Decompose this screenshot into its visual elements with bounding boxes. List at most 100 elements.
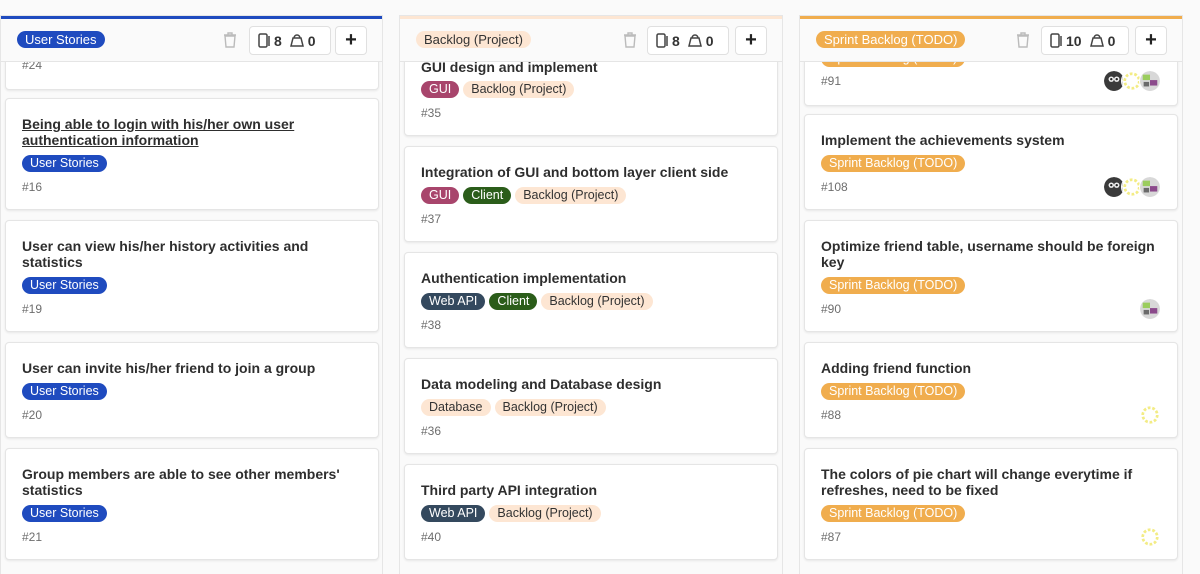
issue-labels: GUI Backlog (Project) — [421, 81, 575, 98]
issue-labels: User Stories — [22, 383, 107, 400]
issue-card[interactable]: User can invite his/her friend to join a… — [5, 342, 379, 438]
issue-card[interactable]: Being able to login with his/her own use… — [5, 98, 379, 210]
issue-title[interactable]: Implement the achievements system — [821, 132, 1065, 148]
weight-count: 0 — [307, 32, 316, 49]
label-sprint-backlog[interactable]: Sprint Backlog (TODO) — [821, 383, 966, 400]
list-counts: 10 0 — [1041, 26, 1129, 55]
trash-icon[interactable] — [1016, 32, 1030, 48]
issue-card[interactable]: Data modeling and Database design Databa… — [404, 358, 778, 454]
label-sprint-backlog[interactable]: Sprint Backlog (TODO) — [821, 277, 966, 294]
label-backlog[interactable]: Backlog (Project) — [494, 399, 606, 416]
issues-icon — [656, 33, 668, 48]
assignees — [1139, 298, 1161, 320]
issues-count: 8 — [274, 32, 282, 49]
issue-number: #108 — [821, 180, 848, 194]
issue-number: #88 — [821, 408, 842, 422]
add-issue-button[interactable]: + — [1135, 26, 1167, 55]
label-user-stories[interactable]: User Stories — [22, 277, 107, 294]
label-user-stories[interactable]: User Stories — [22, 383, 107, 400]
issue-title[interactable]: Being able to login with his/her own use… — [22, 116, 342, 148]
issue-title[interactable]: User can invite his/her friend to join a… — [22, 360, 352, 376]
trash-icon[interactable] — [223, 32, 237, 48]
label-client[interactable]: Client — [463, 187, 512, 204]
issue-card[interactable]: User can view his/her history activities… — [5, 220, 379, 332]
issue-labels: Web API Client Backlog (Project) — [421, 293, 653, 310]
avatar[interactable] — [1139, 70, 1161, 92]
issue-card[interactable]: Implement the achievements system Sprint… — [804, 114, 1178, 210]
issue-title[interactable]: Third party API integration — [421, 482, 597, 498]
issue-title[interactable]: Adding friend function — [821, 360, 971, 376]
issue-card[interactable]: Group members are able to see other memb… — [5, 448, 379, 560]
label-backlog[interactable]: Backlog (Project) — [541, 293, 653, 310]
add-issue-button[interactable]: + — [335, 26, 367, 55]
list-counts: 8 0 — [249, 26, 331, 55]
label-user-stories[interactable]: User Stories — [22, 505, 107, 522]
issue-card[interactable]: Third party API integration Web API Back… — [404, 464, 778, 560]
label-web-api[interactable]: Web API — [421, 505, 486, 522]
issues-count: 10 — [1066, 32, 1082, 49]
list-header: Sprint Backlog (TODO) 10 0 + — [800, 16, 1182, 62]
list-header: Backlog (Project) 8 0 + — [400, 16, 782, 62]
issue-number: #87 — [821, 530, 842, 544]
avatar[interactable] — [1139, 298, 1161, 320]
issue-labels: Web API Backlog (Project) — [421, 505, 601, 522]
weight-count: 0 — [1107, 32, 1116, 49]
assignees — [1103, 70, 1161, 92]
label-database[interactable]: Database — [421, 399, 491, 416]
issue-title[interactable]: User can view his/her history activities… — [22, 238, 342, 270]
issue-labels: User Stories — [22, 505, 107, 522]
issue-title[interactable]: Integration of GUI and bottom layer clie… — [421, 164, 728, 180]
weight-count: 0 — [705, 32, 714, 49]
issue-number: #16 — [22, 180, 43, 194]
issue-card[interactable]: Optimize friend table, username should b… — [804, 220, 1178, 332]
issue-board: User Stories 8 0 + #24 Being able to log… — [0, 0, 1200, 574]
label-sprint-backlog[interactable]: Sprint Backlog (TODO) — [821, 505, 966, 522]
avatar[interactable] — [1139, 404, 1161, 426]
issue-labels: User Stories — [22, 155, 107, 172]
weight-icon — [289, 34, 304, 47]
label-user-stories[interactable]: User Stories — [22, 155, 107, 172]
label-web-api[interactable]: Web API — [421, 293, 486, 310]
issue-title[interactable]: Group members are able to see other memb… — [22, 466, 352, 498]
label-sprint-backlog[interactable]: Sprint Backlog (TODO) — [821, 155, 966, 172]
issues-icon — [1050, 33, 1062, 48]
board-list-backlog: Backlog (Project) 8 0 + GUI design and i… — [399, 15, 783, 574]
issue-title[interactable]: Data modeling and Database design — [421, 376, 661, 392]
weight-icon — [1089, 34, 1104, 47]
label-backlog[interactable]: Backlog (Project) — [489, 505, 601, 522]
issue-title[interactable]: The colors of pie chart will change ever… — [821, 466, 1166, 498]
list-label[interactable]: Backlog (Project) — [416, 31, 531, 48]
list-counts: 8 0 — [647, 26, 729, 55]
issue-number: #20 — [22, 408, 43, 422]
list-label[interactable]: Sprint Backlog (TODO) — [816, 31, 966, 48]
issue-number: #21 — [22, 530, 43, 544]
assignees — [1139, 526, 1161, 548]
avatar[interactable] — [1139, 176, 1161, 198]
add-issue-button[interactable]: + — [735, 26, 767, 55]
board-list-user-stories: User Stories 8 0 + #24 Being able to log… — [0, 15, 383, 574]
avatar[interactable] — [1139, 526, 1161, 548]
issue-number: #35 — [421, 106, 442, 120]
label-backlog[interactable]: Backlog (Project) — [463, 81, 575, 98]
issue-card[interactable]: Authentication implementation Web API Cl… — [404, 252, 778, 348]
label-gui[interactable]: GUI — [421, 81, 460, 98]
issue-number: #36 — [421, 424, 442, 438]
list-label[interactable]: User Stories — [17, 31, 105, 48]
issues-icon — [258, 33, 270, 48]
board-list-sprint-backlog: Sprint Backlog (TODO) 10 0 + Sprint Back… — [799, 15, 1183, 574]
issue-card[interactable]: The colors of pie chart will change ever… — [804, 448, 1178, 560]
issue-number: #90 — [821, 302, 842, 316]
trash-icon[interactable] — [623, 32, 637, 48]
issue-labels: Sprint Backlog (TODO) — [821, 383, 966, 400]
label-client[interactable]: Client — [489, 293, 538, 310]
issue-title[interactable]: Optimize friend table, username should b… — [821, 238, 1166, 270]
issue-card[interactable]: Adding friend function Sprint Backlog (T… — [804, 342, 1178, 438]
issue-labels: Sprint Backlog (TODO) — [821, 155, 966, 172]
list-header: User Stories 8 0 + — [1, 16, 382, 62]
label-backlog[interactable]: Backlog (Project) — [515, 187, 627, 204]
issue-number: #19 — [22, 302, 43, 316]
issue-title[interactable]: Authentication implementation — [421, 270, 626, 286]
issue-card[interactable]: Integration of GUI and bottom layer clie… — [404, 146, 778, 242]
issue-labels: Sprint Backlog (TODO) — [821, 505, 966, 522]
label-gui[interactable]: GUI — [421, 187, 460, 204]
